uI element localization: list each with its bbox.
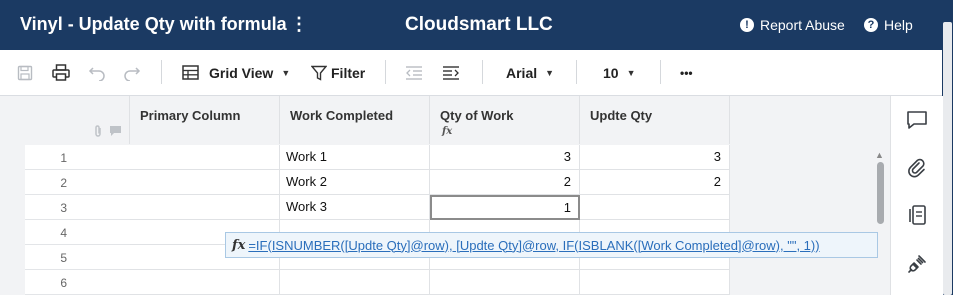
cell-primary[interactable] bbox=[130, 145, 280, 170]
comments-button[interactable] bbox=[905, 108, 929, 132]
chevron-down-icon: ▼ bbox=[281, 67, 291, 78]
redo-button[interactable] bbox=[123, 50, 141, 95]
undo-button[interactable] bbox=[88, 50, 106, 95]
row-number[interactable]: 3 bbox=[25, 195, 130, 220]
outdent-button[interactable] bbox=[405, 50, 423, 95]
row-number[interactable]: 1 bbox=[25, 145, 130, 170]
more-options-button[interactable]: ••• bbox=[680, 50, 693, 95]
app-header: Vinyl - Update Qty with formula ⋮ Clouds… bbox=[0, 0, 942, 50]
scroll-up-icon[interactable]: ▲ bbox=[875, 150, 884, 160]
toolbar-divider bbox=[161, 60, 162, 84]
header-icons bbox=[93, 125, 122, 138]
filter-label: Filter bbox=[331, 64, 366, 81]
more-icon: ••• bbox=[680, 65, 693, 80]
cell-work-completed[interactable] bbox=[280, 270, 430, 295]
help-link[interactable]: ? Help bbox=[864, 17, 913, 33]
toolbar-divider bbox=[576, 60, 577, 84]
column-formula-icon: fx bbox=[442, 126, 453, 137]
indent-button[interactable] bbox=[442, 50, 460, 95]
print-icon bbox=[52, 64, 70, 81]
font-size-select[interactable]: 10 ▼ bbox=[603, 50, 636, 95]
cell-primary[interactable] bbox=[130, 195, 280, 220]
window-scrollbar-thumb[interactable] bbox=[943, 22, 952, 295]
column-label: Qty of Work bbox=[440, 108, 514, 123]
formula-icon: fx bbox=[232, 237, 246, 253]
save-button[interactable] bbox=[17, 50, 33, 95]
report-abuse-link[interactable]: ! Report Abuse bbox=[740, 17, 845, 33]
paperclip-icon bbox=[908, 158, 925, 178]
view-selector[interactable]: Grid View ▼ bbox=[182, 50, 290, 95]
filter-button[interactable]: Filter bbox=[311, 50, 365, 95]
chevron-down-icon: ▼ bbox=[545, 67, 555, 78]
grid-scrollbar[interactable]: ▲ bbox=[874, 150, 886, 230]
company-name: Cloudsmart LLC bbox=[405, 14, 553, 35]
help-label: Help bbox=[884, 17, 913, 33]
grid-scrollbar-thumb[interactable] bbox=[877, 162, 884, 224]
cell-qty-of-work[interactable]: 1 bbox=[430, 195, 580, 220]
cell-updte-qty[interactable]: 3 bbox=[580, 145, 730, 170]
help-icon: ? bbox=[864, 18, 878, 32]
cell-qty-of-work[interactable]: 3 bbox=[430, 145, 580, 170]
chevron-down-icon: ▼ bbox=[626, 67, 636, 78]
row-number[interactable]: 5 bbox=[25, 245, 130, 270]
column-label: Primary Column bbox=[140, 108, 241, 123]
summary-icon bbox=[909, 205, 926, 225]
attachments-button[interactable] bbox=[905, 156, 929, 180]
column-label: Work Completed bbox=[290, 108, 394, 123]
report-abuse-label: Report Abuse bbox=[760, 17, 845, 33]
toolbar-divider bbox=[660, 60, 661, 84]
cell-updte-qty[interactable]: 2 bbox=[580, 170, 730, 195]
formula-tooltip[interactable]: fx =IF(ISNUMBER([Updte Qty]@row), [Updte… bbox=[225, 232, 878, 258]
column-header-work-completed[interactable]: Work Completed bbox=[280, 96, 430, 144]
window-scrollbar[interactable] bbox=[942, 0, 953, 295]
sheet-menu-button[interactable]: ⋮ bbox=[290, 14, 308, 35]
formula-text[interactable]: =IF(ISNUMBER([Updte Qty]@row), [Updte Qt… bbox=[248, 238, 819, 253]
view-label: Grid View bbox=[209, 64, 274, 81]
attachment-icon bbox=[95, 125, 101, 137]
column-header-updte-qty[interactable]: Updte Qty bbox=[580, 96, 730, 144]
column-header-qty-of-work[interactable]: Qty of Work fx bbox=[430, 96, 580, 144]
filter-icon bbox=[311, 65, 327, 81]
column-header-primary[interactable]: Primary Column bbox=[130, 96, 280, 144]
toolbar-divider bbox=[482, 60, 483, 84]
save-icon bbox=[17, 65, 33, 80]
print-button[interactable] bbox=[52, 50, 70, 95]
comment-icon bbox=[110, 126, 121, 136]
right-panel bbox=[890, 96, 943, 295]
toolbar-divider bbox=[385, 60, 386, 84]
row-number[interactable]: 6 bbox=[25, 270, 130, 295]
cell-qty-of-work[interactable]: 2 bbox=[430, 170, 580, 195]
comment-icon bbox=[907, 111, 927, 129]
cell-work-completed[interactable]: Work 1 bbox=[280, 145, 430, 170]
undo-icon bbox=[88, 66, 105, 81]
sheet-title[interactable]: Vinyl - Update Qty with formula bbox=[20, 14, 287, 35]
connections-button[interactable] bbox=[905, 252, 929, 276]
row-number[interactable]: 2 bbox=[25, 170, 130, 195]
grid-icon bbox=[182, 65, 199, 80]
cell-qty-of-work[interactable] bbox=[430, 270, 580, 295]
font-family-value: Arial bbox=[506, 64, 538, 81]
row-number[interactable]: 4 bbox=[25, 220, 130, 245]
font-size-value: 10 bbox=[603, 64, 619, 81]
redo-icon bbox=[124, 66, 141, 81]
cell-updte-qty[interactable] bbox=[580, 270, 730, 295]
toolbar: Grid View ▼ Filter Arial ▼ 10 ▼ ••• bbox=[0, 50, 942, 96]
cell-primary[interactable] bbox=[130, 170, 280, 195]
column-label: Updte Qty bbox=[590, 108, 653, 123]
cell-updte-qty[interactable] bbox=[580, 195, 730, 220]
indent-icon bbox=[443, 65, 459, 80]
font-family-select[interactable]: Arial ▼ bbox=[506, 50, 554, 95]
alert-icon: ! bbox=[740, 18, 754, 32]
outdent-icon bbox=[406, 65, 422, 80]
plug-icon bbox=[908, 255, 926, 273]
summary-button[interactable] bbox=[905, 203, 929, 227]
cell-work-completed[interactable]: Work 2 bbox=[280, 170, 430, 195]
cell-work-completed[interactable]: Work 3 bbox=[280, 195, 430, 220]
cell-primary[interactable] bbox=[130, 270, 280, 295]
